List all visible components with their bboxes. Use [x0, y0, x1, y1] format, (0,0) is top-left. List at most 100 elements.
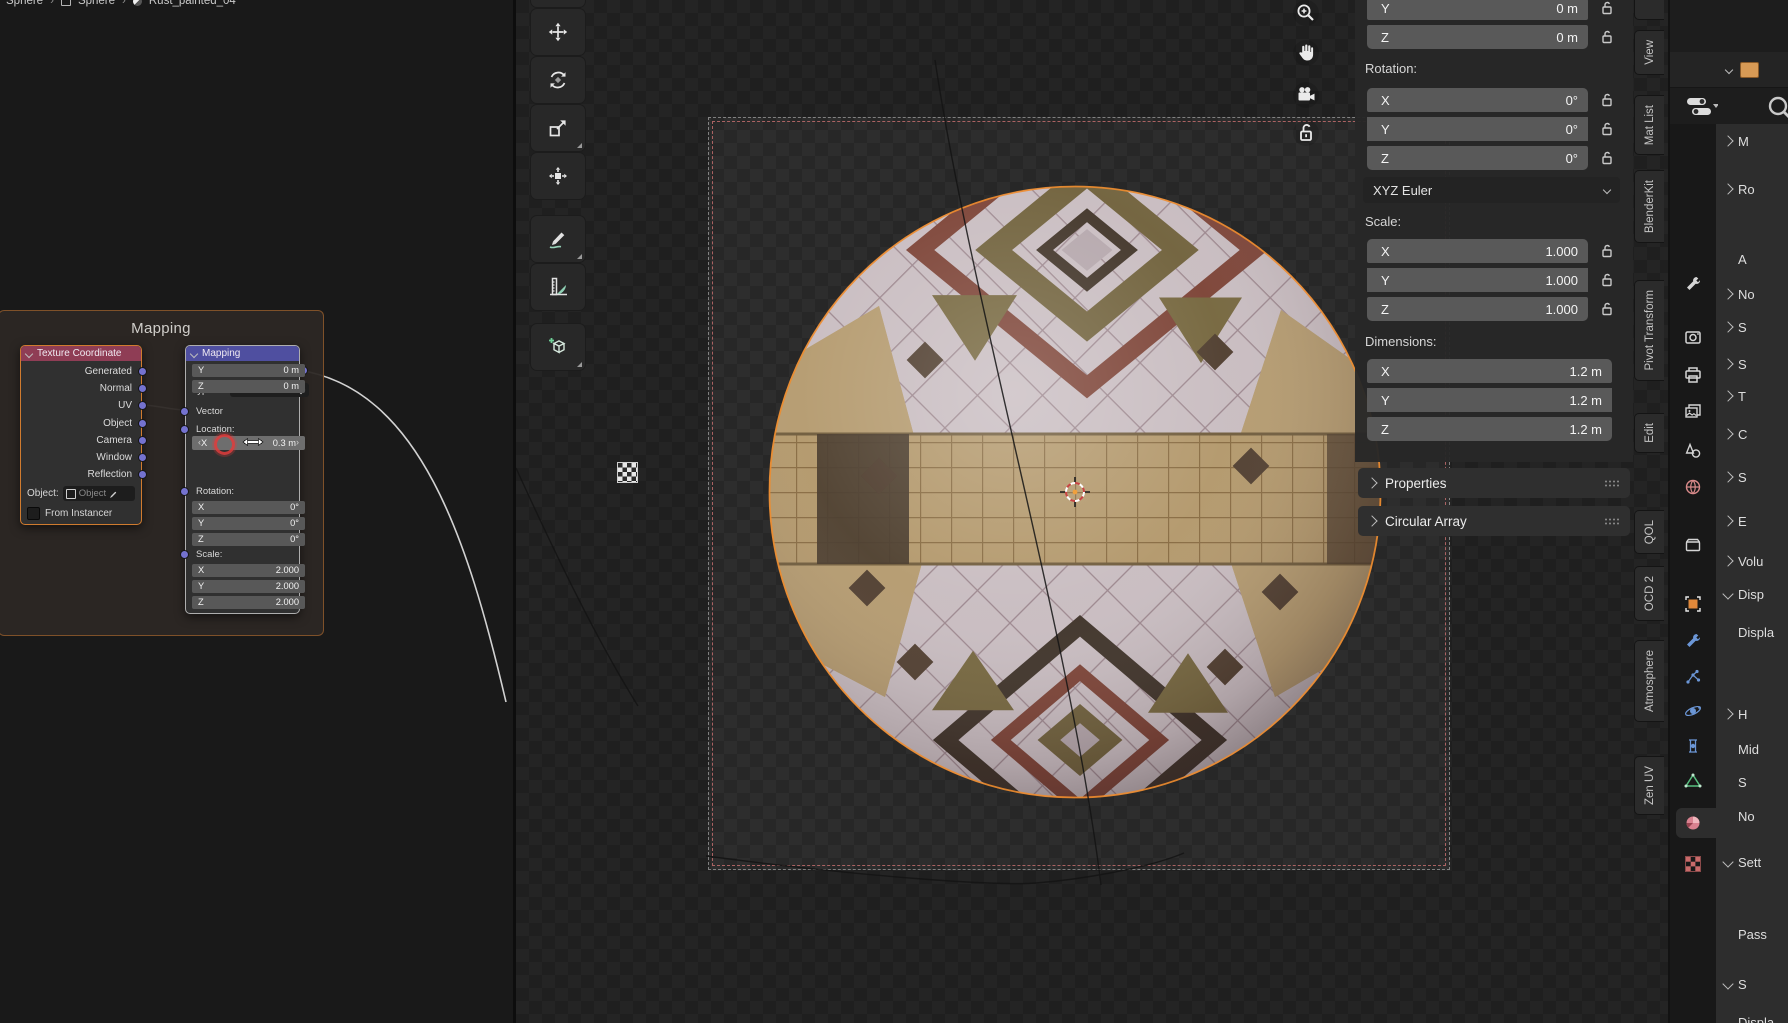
- value-slider[interactable]: Y 0 m: [1367, 0, 1588, 20]
- property-row[interactable]: Displa: [1724, 1012, 1788, 1023]
- property-row[interactable]: No: [1724, 806, 1788, 826]
- object-data-tab[interactable]: [1682, 770, 1704, 792]
- property-row[interactable]: S: [1724, 467, 1788, 487]
- transform-tool-button[interactable]: [530, 152, 586, 200]
- property-row[interactable]: S: [1724, 354, 1788, 374]
- property-row[interactable]: No: [1724, 284, 1788, 304]
- value-slider[interactable]: Y 0°: [192, 517, 305, 531]
- property-row[interactable]: S: [1724, 974, 1788, 994]
- property-row[interactable]: Ro: [1724, 179, 1788, 199]
- lock-icon[interactable]: [1599, 29, 1615, 45]
- material-tab[interactable]: [1682, 812, 1704, 834]
- lock-view-button[interactable]: [1293, 120, 1319, 146]
- object-tab[interactable]: [1682, 593, 1704, 615]
- pan-button[interactable]: [1293, 40, 1319, 66]
- world-tab[interactable]: [1682, 476, 1704, 498]
- value-slider[interactable]: Z 1.2 m: [1367, 417, 1612, 441]
- input-socket[interactable]: [180, 425, 189, 434]
- sidebar-tab[interactable]: OCD 2: [1634, 566, 1664, 621]
- property-row[interactable]: Volu: [1724, 551, 1788, 571]
- from-instancer-checkbox[interactable]: [27, 507, 40, 520]
- lock-icon[interactable]: [1599, 272, 1615, 288]
- property-row[interactable]: Displa: [1724, 622, 1788, 642]
- circular-array-section-header[interactable]: Circular Array: [1358, 506, 1630, 536]
- rotation-mode-dropdown[interactable]: XYZ Euler: [1363, 177, 1620, 203]
- sidebar-tab[interactable]: Pivot Transform: [1634, 280, 1664, 381]
- properties-section-header[interactable]: Properties: [1358, 468, 1630, 498]
- property-row[interactable]: H: [1724, 704, 1788, 724]
- grip-icon[interactable]: [1604, 517, 1620, 526]
- input-socket[interactable]: [180, 487, 189, 496]
- value-slider[interactable]: Z 2.000: [192, 596, 305, 610]
- sidebar-tab[interactable]: View: [1634, 30, 1664, 75]
- value-slider[interactable]: Y 0 m: [192, 364, 305, 378]
- eyedropper-icon[interactable]: [109, 489, 119, 499]
- collapse-icon[interactable]: [25, 349, 33, 357]
- collapse-icon[interactable]: [190, 349, 198, 357]
- lock-icon[interactable]: [1599, 243, 1615, 259]
- property-row[interactable]: Disp: [1724, 584, 1788, 604]
- value-slider[interactable]: Y 0°: [1367, 117, 1588, 141]
- lock-icon[interactable]: [1599, 150, 1615, 166]
- property-row[interactable]: Pass: [1724, 924, 1788, 944]
- camera-view-button[interactable]: [1293, 82, 1319, 108]
- constraints-tab[interactable]: [1682, 735, 1704, 757]
- tweak-tool-button[interactable]: [530, 0, 586, 8]
- value-slider[interactable]: X 1.000: [1367, 239, 1588, 263]
- output-socket[interactable]: [138, 419, 147, 428]
- value-slider[interactable]: Z 0°: [192, 533, 305, 547]
- particles-tab[interactable]: [1682, 666, 1704, 688]
- lock-icon[interactable]: [1599, 121, 1615, 137]
- input-socket[interactable]: [180, 407, 189, 416]
- value-slider[interactable]: Z 0 m: [1367, 25, 1588, 49]
- lock-icon[interactable]: [1599, 301, 1615, 317]
- lock-icon[interactable]: [1599, 0, 1615, 16]
- value-slider[interactable]: Y 1.2 m: [1367, 388, 1612, 412]
- chevron-down-icon[interactable]: [1725, 65, 1733, 73]
- rotate-tool-button[interactable]: [530, 56, 586, 104]
- object-field[interactable]: Object: [63, 486, 135, 501]
- sidebar-tab[interactable]: BlenderKit: [1634, 170, 1664, 243]
- output-socket[interactable]: [138, 453, 147, 462]
- output-socket[interactable]: [138, 367, 147, 376]
- add-cube-tool-button[interactable]: [530, 323, 586, 371]
- sidebar-tab[interactable]: Tool: [1634, 0, 1664, 20]
- render-tab[interactable]: [1682, 326, 1704, 348]
- search-icon[interactable]: [1766, 94, 1788, 122]
- lock-icon[interactable]: [1599, 92, 1615, 108]
- value-slider[interactable]: X 0°: [1367, 88, 1588, 112]
- sidebar-tab[interactable]: Mat List: [1634, 95, 1664, 155]
- property-row[interactable]: C: [1724, 424, 1788, 444]
- sidebar-tab[interactable]: Atmosphere: [1634, 640, 1664, 722]
- mapping-node[interactable]: Mapping Vector Type: Point Vector Locati…: [185, 345, 300, 614]
- node-header[interactable]: Texture Coordinate: [21, 346, 141, 361]
- zoom-button[interactable]: [1293, 0, 1319, 26]
- value-slider[interactable]: Z 1.000: [1367, 297, 1588, 321]
- output-socket[interactable]: [138, 436, 147, 445]
- texture-tab[interactable]: [1682, 853, 1704, 875]
- property-row[interactable]: S: [1724, 772, 1788, 792]
- value-slider[interactable]: X 1.2 m: [1367, 359, 1612, 383]
- modifiers-tab[interactable]: [1682, 630, 1704, 652]
- property-row[interactable]: T: [1724, 386, 1788, 406]
- value-slider[interactable]: Y 2.000: [192, 580, 305, 594]
- value-slider[interactable]: Y 1.000: [1367, 268, 1588, 292]
- slider-right-arrow[interactable]: ›: [296, 438, 299, 447]
- property-row[interactable]: Mid: [1724, 739, 1788, 759]
- property-row[interactable]: M: [1724, 131, 1788, 151]
- value-slider[interactable]: X 0°: [192, 501, 305, 515]
- move-tool-button[interactable]: [530, 8, 586, 56]
- sidebar-tab[interactable]: QOL: [1634, 510, 1664, 554]
- scene-tab[interactable]: [1682, 440, 1704, 462]
- property-row[interactable]: S: [1724, 317, 1788, 337]
- property-row[interactable]: A: [1724, 249, 1788, 269]
- value-slider[interactable]: Z 0°: [1367, 146, 1588, 170]
- measure-tool-button[interactable]: [530, 263, 586, 311]
- value-slider[interactable]: Z 0 m: [192, 380, 305, 394]
- property-row[interactable]: Sett: [1724, 852, 1788, 872]
- property-row[interactable]: E: [1724, 511, 1788, 531]
- physics-tab[interactable]: [1682, 700, 1704, 722]
- texture-coordinate-node[interactable]: Texture Coordinate Generated Normal: [20, 345, 142, 525]
- value-slider[interactable]: X 2.000: [192, 564, 305, 578]
- collection-tab[interactable]: [1682, 534, 1704, 556]
